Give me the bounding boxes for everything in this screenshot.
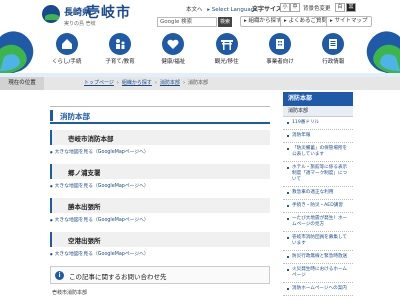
map-link[interactable]: 大きな地図を見る（GoogleMapページへ） bbox=[50, 148, 270, 155]
font-size-small-button[interactable]: 小 bbox=[280, 3, 290, 12]
nav-health[interactable]: 健康/福祉 bbox=[147, 31, 200, 69]
breadcrumb-org[interactable]: 組織から探す bbox=[122, 80, 152, 86]
nav-living[interactable]: くらし/手続 bbox=[40, 31, 93, 69]
sidebar-item[interactable]: 一たび大地震が発生！ホームページの見方 bbox=[283, 213, 353, 232]
search-button[interactable]: 検索 bbox=[218, 17, 232, 27]
sidebar-item[interactable]: 消防年報 bbox=[283, 130, 353, 143]
map-link[interactable]: 大きな地図を見る（GoogleMapページへ） bbox=[50, 250, 270, 257]
inquiry-heading: i この記事に関するお問い合わせ先 bbox=[50, 266, 270, 284]
nav-administration[interactable]: 行政情報 bbox=[307, 31, 360, 69]
color-black-button[interactable]: 黒 bbox=[346, 3, 356, 12]
station-block: 空港出張所 大きな地図を見る（GoogleMapページへ） bbox=[50, 232, 270, 257]
station-name: 壱岐市消防本部 bbox=[68, 135, 114, 143]
nav-childcare[interactable]: 子育て/教育 bbox=[93, 31, 146, 69]
station-heading: 空港出張所 bbox=[50, 232, 270, 247]
breadcrumb-title: 現在の位置 bbox=[0, 77, 44, 90]
sidebar-item[interactable]: 壱岐市消防団員を募集しています bbox=[283, 232, 353, 251]
sidebar-item[interactable]: 防災行政無線と緊急時放送 bbox=[283, 251, 353, 264]
contact-department: 壱岐市消防本部 bbox=[52, 290, 88, 296]
station-name: 勝本出張所 bbox=[68, 203, 101, 211]
map-link[interactable]: 大きな地図を見る（GoogleMapページへ） bbox=[50, 216, 270, 223]
station-heading: 壱岐市消防本部 bbox=[50, 130, 270, 145]
station-block: 郷ノ浦支署 大きな地図を見る（GoogleMapページへ） bbox=[50, 164, 270, 189]
breadcrumb-home[interactable]: トップページ bbox=[84, 80, 114, 86]
station-block: 壱岐市消防本部 大きな地図を見る（GoogleMapページへ） bbox=[50, 130, 270, 155]
station-name: 空港出張所 bbox=[68, 237, 101, 245]
breadcrumb-fire-dept[interactable]: 消防本部 bbox=[160, 80, 180, 86]
inquiry-title: この記事に関するお問い合わせ先 bbox=[69, 273, 167, 281]
sidebar-subheading[interactable]: 消防本部 bbox=[283, 106, 353, 117]
faq-label: よくあるご質問 bbox=[288, 18, 328, 24]
sidebar-item[interactable]: 119番ドリル bbox=[283, 117, 353, 130]
health-icon bbox=[162, 33, 185, 55]
sidebar-item[interactable]: 火災発生時におけるホームページ bbox=[283, 264, 353, 283]
torii-icon bbox=[215, 33, 238, 55]
nav-label: 観光/移住 bbox=[214, 59, 239, 65]
station-block: 勝本出張所 大きな地図を見る（GoogleMapページへ） bbox=[50, 198, 270, 223]
nav-label: 健康/福祉 bbox=[161, 59, 186, 65]
sitemap-button[interactable]: ▸ サイトマップ bbox=[326, 16, 372, 27]
breadcrumb: 現在の位置 トップページ › 組織から探す › 消防本部 › 消防本部 bbox=[0, 77, 400, 90]
family-icon bbox=[108, 33, 131, 55]
chevron-right-icon: › bbox=[116, 80, 119, 86]
sidebar-heading: 消防本部 bbox=[283, 92, 353, 106]
color-white-button[interactable]: 白 bbox=[335, 3, 345, 12]
chevron-right-icon: › bbox=[182, 80, 185, 86]
sidebar: 消防本部 消防本部 119番ドリル 消防年報 「防災備蓄」の保管場所を公表してい… bbox=[283, 92, 353, 300]
sidebar-item[interactable]: 手続き・防災・AED講習 bbox=[283, 200, 353, 213]
breadcrumb-current: 消防本部 bbox=[187, 80, 208, 86]
nav-tourism[interactable]: 観光/移住 bbox=[200, 31, 253, 69]
org-search-button[interactable]: ▸ 組織から探す bbox=[240, 16, 286, 27]
sitemap-label: サイトマップ bbox=[334, 18, 368, 24]
station-heading: 郷ノ浦支署 bbox=[50, 164, 270, 179]
select-language-label: Select Language bbox=[211, 7, 258, 13]
font-size-medium-button[interactable]: 中 bbox=[290, 3, 300, 12]
font-size-label: 文字サイズ bbox=[252, 6, 282, 13]
station-heading: 勝本出張所 bbox=[50, 198, 270, 213]
page: { "header": { "logo_pref": "長崎県", "logo_… bbox=[0, 0, 400, 300]
city-emblem-icon bbox=[42, 5, 60, 23]
nav-business[interactable]: 事業者向け bbox=[253, 31, 306, 69]
house-icon bbox=[55, 33, 78, 55]
color-change-label: 背景色変更 bbox=[303, 6, 331, 12]
faq-button[interactable]: ▸ よくあるご質問 bbox=[280, 16, 332, 27]
skip-to-content-link[interactable]: 本文へ bbox=[186, 7, 203, 13]
page-title-text: 消防本部 bbox=[60, 112, 90, 121]
station-name: 郷ノ浦支署 bbox=[68, 169, 101, 177]
nav-label: 事業者向け bbox=[266, 59, 294, 65]
org-search-label: 組織から探す bbox=[248, 18, 282, 24]
sidebar-item[interactable]: 消防ホームページへの案内 bbox=[283, 283, 353, 296]
building-icon bbox=[268, 33, 291, 55]
map-link[interactable]: 大きな地図を見る（GoogleMapページへ） bbox=[50, 182, 270, 189]
search-input[interactable]: Google 検索 bbox=[157, 17, 217, 27]
sidebar-item[interactable]: ホテル・旅館等に係る表示制度「適マーク制度」について bbox=[283, 162, 353, 187]
nav-label: 子育て/教育 bbox=[105, 59, 135, 65]
chevron-right-icon: › bbox=[154, 80, 157, 86]
logo-tagline: 実りの島 壱岐 bbox=[64, 21, 96, 27]
global-nav: くらし/手続 子育て/教育 健康/福祉 観光/移住 事業者向け 行政情報 bbox=[40, 31, 360, 69]
nav-label: 行政情報 bbox=[322, 59, 345, 65]
breadcrumb-items: トップページ › 組織から探す › 消防本部 › 消防本部 bbox=[84, 77, 208, 90]
main-content: 消防本部 壱岐市消防本部 大きな地図を見る（GoogleMapページへ） 郷ノ浦… bbox=[50, 92, 270, 300]
nav-label: くらし/手続 bbox=[51, 59, 82, 65]
page-title: 消防本部 bbox=[50, 106, 270, 124]
info-icon: i bbox=[55, 271, 64, 280]
logo-city-name: 壱岐市 bbox=[86, 5, 131, 21]
document-icon bbox=[322, 33, 345, 55]
sidebar-item[interactable]: 救急車の適正な利用 bbox=[283, 187, 353, 200]
sidebar-item[interactable]: 「防災備蓄」の保管場所を公表しています bbox=[283, 143, 353, 162]
